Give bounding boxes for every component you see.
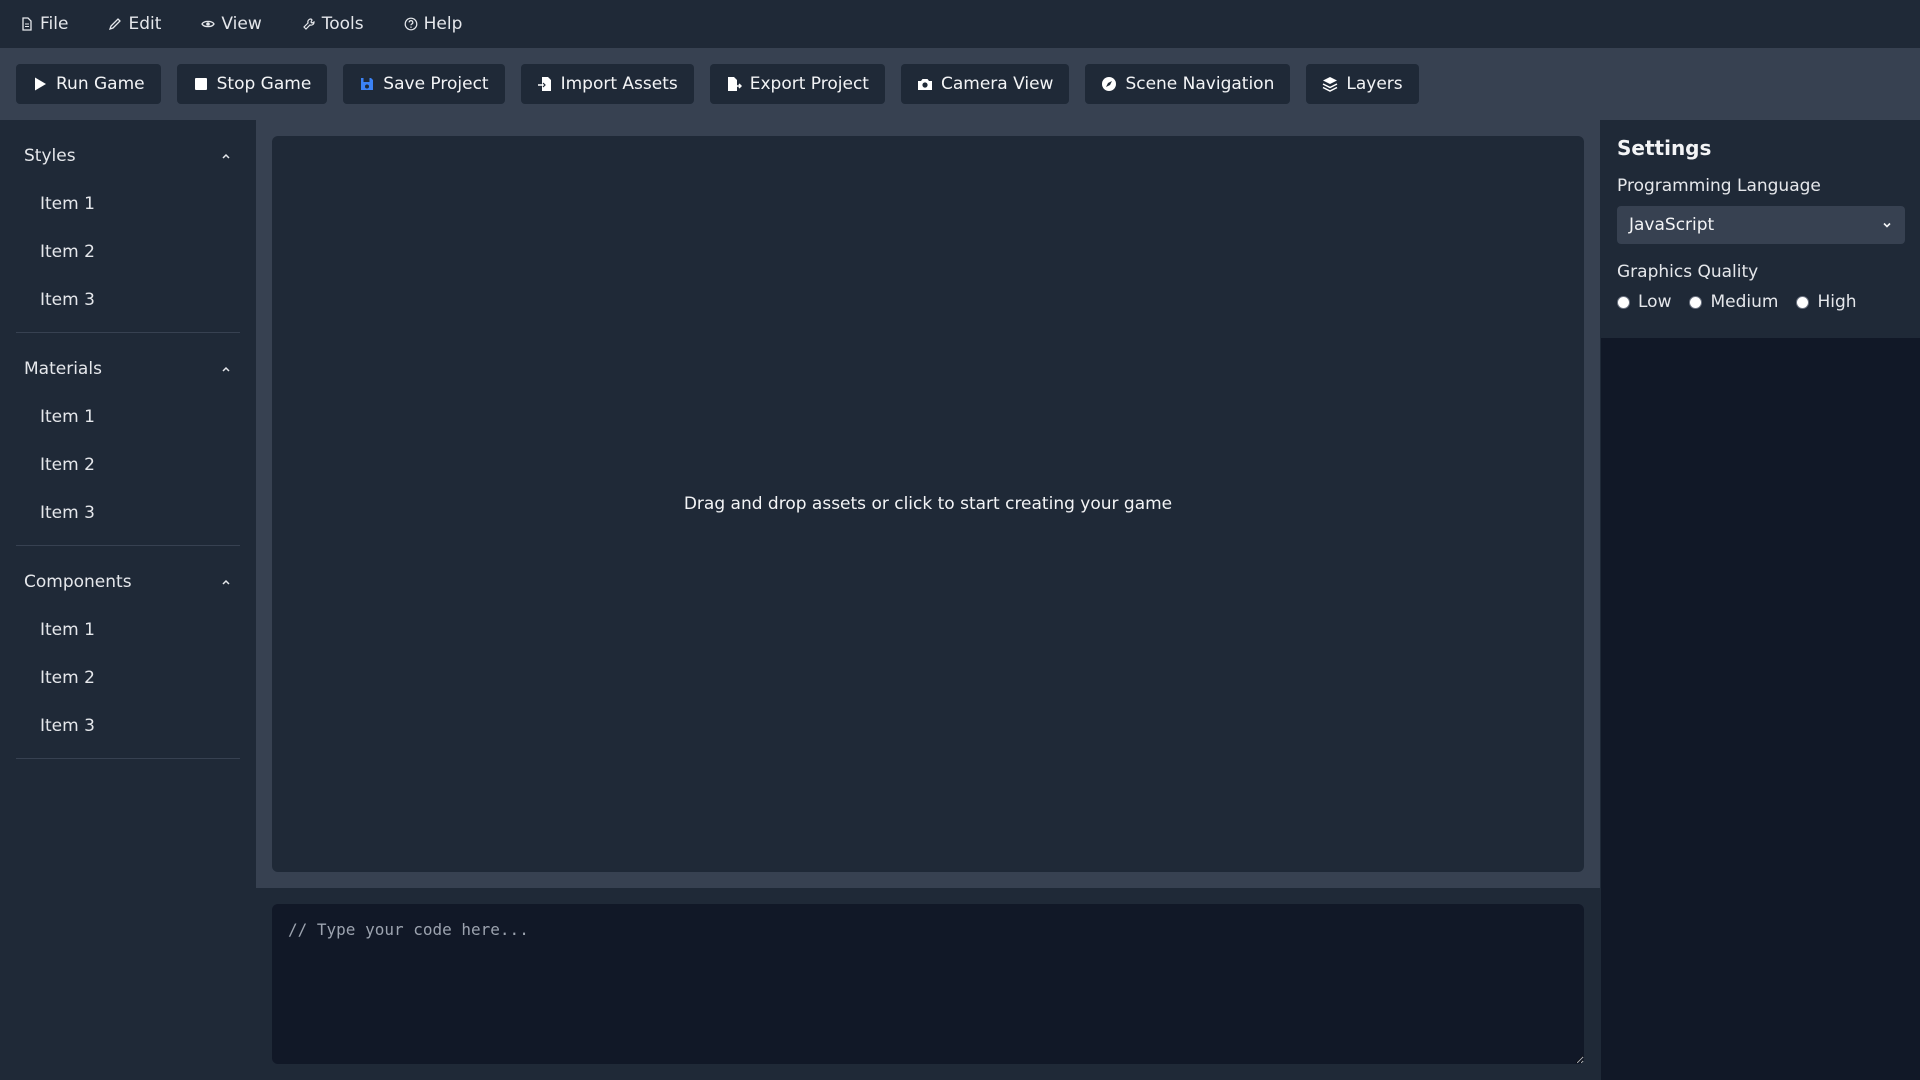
sidebar-item[interactable]: Item 2	[16, 441, 240, 489]
game-canvas[interactable]: Drag and drop assets or click to start c…	[272, 136, 1584, 872]
quality-option-label: Low	[1638, 292, 1672, 312]
help-circle-icon	[404, 17, 418, 31]
programming-language-select[interactable]: JavaScript	[1617, 206, 1905, 244]
chevron-up-icon	[222, 366, 230, 372]
chevron-down-icon	[1883, 222, 1891, 228]
layers-label: Layers	[1346, 74, 1403, 94]
save-project-button[interactable]: Save Project	[343, 64, 505, 104]
quality-radio-low[interactable]: Low	[1617, 292, 1671, 312]
play-icon	[35, 77, 46, 91]
menu-view-label: View	[221, 14, 262, 34]
scene-navigation-label: Scene Navigation	[1125, 74, 1275, 94]
programming-language-value: JavaScript	[1629, 215, 1715, 235]
menu-view[interactable]: View	[201, 14, 262, 34]
code-area	[256, 888, 1600, 1080]
menu-edit[interactable]: Edit	[108, 14, 161, 34]
run-game-label: Run Game	[56, 74, 145, 94]
menu-bar: File Edit View Tools Help	[0, 0, 1920, 48]
sidebar-item[interactable]: Item 3	[16, 276, 240, 324]
sidebar-item[interactable]: Item 2	[16, 228, 240, 276]
export-icon	[727, 77, 742, 91]
quality-option-label: Medium	[1710, 292, 1779, 312]
eye-icon	[201, 20, 216, 28]
menu-help[interactable]: Help	[404, 14, 463, 34]
settings-sidebar: Settings Programming Language JavaScript…	[1600, 120, 1920, 1080]
sidebar-group-title: Styles	[24, 146, 76, 166]
radio-button[interactable]	[1796, 295, 1810, 309]
sidebar: Styles Item 1 Item 2 Item 3 Materials It…	[0, 120, 256, 1080]
radio-button[interactable]	[1617, 295, 1630, 309]
save-project-label: Save Project	[383, 74, 489, 94]
run-game-button[interactable]: Run Game	[16, 64, 161, 104]
canvas-prompt: Drag and drop assets or click to start c…	[683, 494, 1173, 514]
import-assets-button[interactable]: Import Assets	[520, 64, 694, 104]
code-editor[interactable]	[272, 904, 1584, 1064]
settings-title: Settings	[1617, 136, 1712, 160]
menu-file-label: File	[40, 14, 69, 34]
menu-file[interactable]: File	[20, 14, 68, 34]
sidebar-group-styles: Styles Item 1 Item 2 Item 3	[16, 132, 240, 333]
export-project-button[interactable]: Export Project	[709, 64, 885, 104]
sidebar-item[interactable]: Item 1	[16, 393, 240, 441]
import-assets-label: Import Assets	[560, 74, 678, 94]
quality-radio-high[interactable]: High	[1796, 292, 1857, 312]
camera-view-button[interactable]: Camera View	[900, 64, 1070, 104]
chevron-up-icon	[222, 579, 230, 585]
sidebar-item[interactable]: Item 3	[16, 489, 240, 537]
programming-language-label: Programming Language	[1617, 176, 1821, 196]
sidebar-group-title: Materials	[24, 359, 102, 379]
compass-icon	[1102, 77, 1117, 91]
import-icon	[537, 77, 551, 91]
toolbar: Run Game Stop Game Save Project Import A…	[0, 48, 1920, 120]
scene-navigation-button[interactable]: Scene Navigation	[1085, 64, 1291, 104]
save-icon	[361, 78, 374, 90]
camera-icon	[917, 79, 932, 90]
sidebar-group-title: Components	[24, 572, 132, 592]
stop-game-label: Stop Game	[216, 74, 312, 94]
file-icon	[22, 17, 32, 31]
layers-icon	[1323, 77, 1338, 92]
sidebar-group-header-styles[interactable]: Styles	[16, 132, 240, 180]
export-project-label: Export Project	[749, 74, 869, 94]
stop-icon	[194, 78, 207, 90]
wrench-icon	[302, 18, 315, 30]
menu-edit-label: Edit	[128, 14, 162, 34]
menu-tools[interactable]: Tools	[302, 14, 364, 34]
sidebar-group-header-materials[interactable]: Materials	[16, 345, 240, 393]
pencil-icon	[109, 18, 122, 31]
menu-tools-label: Tools	[321, 14, 364, 34]
chevron-up-icon	[222, 153, 230, 159]
canvas-area: Drag and drop assets or click to start c…	[256, 120, 1600, 888]
quality-radio-medium[interactable]: Medium	[1689, 292, 1778, 312]
sidebar-item[interactable]: Item 1	[16, 180, 240, 228]
stop-game-button[interactable]: Stop Game	[176, 64, 328, 104]
sidebar-group-materials: Materials Item 1 Item 2 Item 3	[16, 345, 240, 546]
menu-help-label: Help	[423, 14, 463, 34]
graphics-quality-label: Graphics Quality	[1617, 262, 1759, 282]
sidebar-group-components: Components Item 1 Item 2 Item 3	[16, 558, 240, 759]
camera-view-label: Camera View	[940, 74, 1054, 94]
layers-button[interactable]: Layers	[1306, 64, 1419, 104]
sidebar-item[interactable]: Item 2	[16, 654, 240, 702]
sidebar-item[interactable]: Item 3	[16, 702, 240, 750]
settings-panel: Settings Programming Language JavaScript…	[1601, 120, 1920, 338]
sidebar-group-header-components[interactable]: Components	[16, 558, 240, 606]
radio-button[interactable]	[1689, 295, 1703, 309]
sidebar-item[interactable]: Item 1	[16, 606, 240, 654]
quality-option-label: High	[1817, 292, 1857, 312]
graphics-quality-options: Low Medium High	[1617, 292, 1904, 312]
